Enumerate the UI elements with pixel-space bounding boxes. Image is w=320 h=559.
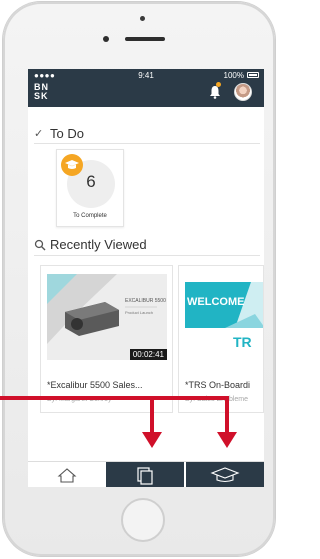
divider xyxy=(34,143,260,144)
bell-icon[interactable] xyxy=(209,85,221,99)
welcome-thumbnail-graphic xyxy=(185,282,263,328)
notification-badge xyxy=(216,82,221,87)
annotation-line-documents xyxy=(150,396,154,436)
video-duration: 00:02:41 xyxy=(129,349,167,360)
home-button[interactable] xyxy=(121,498,165,542)
graduation-cap-icon xyxy=(65,160,79,169)
todo-card[interactable]: 6 To Complete xyxy=(56,149,124,227)
item-title: *TRS On-Boardi xyxy=(185,380,251,390)
recent-item-card[interactable]: WELCOME TR *TRS On-Boardi By: Sales Enab… xyxy=(178,265,264,413)
arrow-down-icon xyxy=(217,432,237,448)
documents-icon xyxy=(137,467,153,485)
front-camera xyxy=(140,16,145,21)
graduation-cap-icon xyxy=(210,467,240,483)
bottom-tab-bar xyxy=(28,461,264,487)
document-thumbnail: WELCOME TR xyxy=(185,274,263,360)
proximity-sensor xyxy=(103,36,109,42)
tab-documents[interactable] xyxy=(106,462,184,487)
projector-thumbnail-graphic xyxy=(47,274,157,344)
recent-item-card[interactable]: EXCALIBUR 5500 Product Launch 00:02:41 *… xyxy=(40,265,173,413)
video-thumbnail: EXCALIBUR 5500 Product Launch 00:02:41 xyxy=(47,274,167,360)
item-title: *Excalibur 5500 Sales... xyxy=(47,380,143,390)
home-icon xyxy=(57,468,77,483)
recently-viewed-title: Recently Viewed xyxy=(50,237,147,252)
thumbnail-logo-text: TR xyxy=(233,334,252,350)
tab-home[interactable] xyxy=(28,462,106,487)
avatar[interactable] xyxy=(234,83,252,101)
app-logo[interactable]: BN SK xyxy=(34,83,49,101)
earpiece-speaker xyxy=(125,37,165,41)
app-header: ●●●● 9:41 100% BN SK xyxy=(28,69,264,107)
thumbnail-heading: EXCALIBUR 5500 xyxy=(125,298,166,304)
divider xyxy=(34,255,260,256)
arrow-down-icon xyxy=(142,432,162,448)
annotation-line-learning xyxy=(225,396,229,436)
battery-icon xyxy=(247,72,259,78)
thumbnail-heading: WELCOME xyxy=(187,296,245,308)
battery-percent: 100% xyxy=(223,71,244,80)
todo-section-title: To Do xyxy=(50,126,84,141)
tab-learning[interactable] xyxy=(186,462,264,487)
checkmark-icon: ✓ xyxy=(34,128,44,140)
search-icon xyxy=(34,239,46,251)
logo-line-2: SK xyxy=(34,91,49,101)
annotation-line-horizontal xyxy=(0,396,229,400)
thumbnail-subheading: Product Launch xyxy=(125,310,154,315)
todo-label: To Complete xyxy=(73,213,107,219)
graduation-cap-badge-icon xyxy=(61,154,83,176)
